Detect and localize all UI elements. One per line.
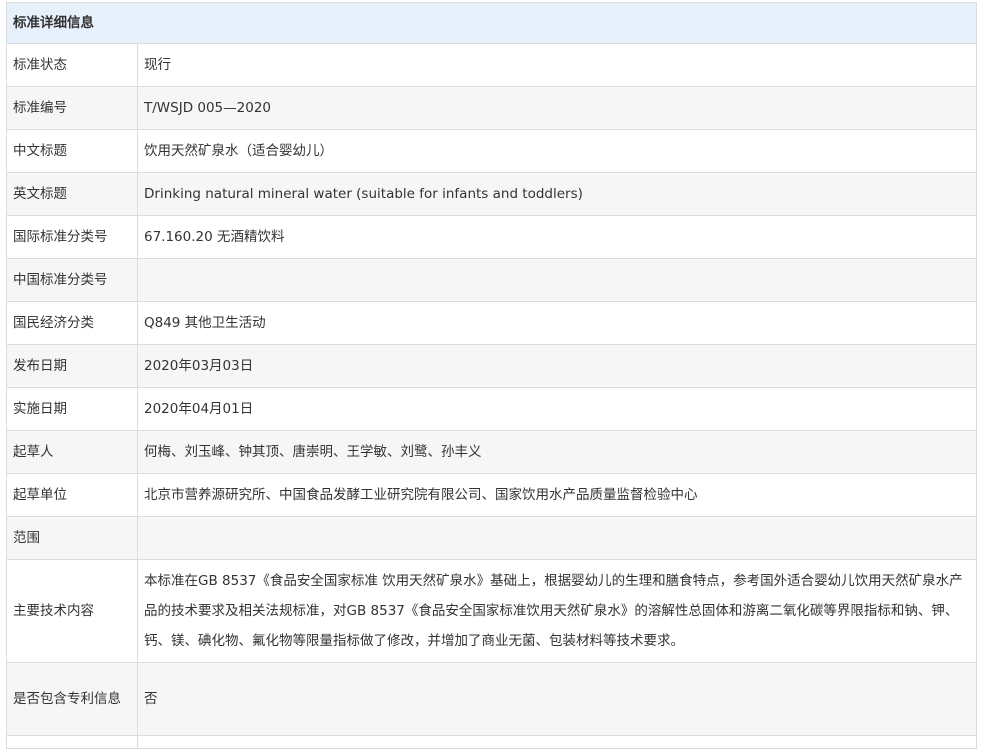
row-label: 起草人 <box>6 430 138 474</box>
table-row: 是否包含专利信息 否 <box>6 662 977 736</box>
row-value: 本标准在GB 8537《食品安全国家标准 饮用天然矿泉水》基础上，根据婴幼儿的生… <box>137 559 977 663</box>
row-label: 实施日期 <box>6 387 138 431</box>
row-label: 中国标准分类号 <box>6 258 138 302</box>
row-value: 2020年03月03日 <box>137 344 977 388</box>
row-label: 发布日期 <box>6 344 138 388</box>
table-row: 标准编号 T/WSJD 005—2020 <box>6 86 977 130</box>
table-row: 发布日期 2020年03月03日 <box>6 344 977 388</box>
row-label: 标准编号 <box>6 86 138 130</box>
table-header: 标准详细信息 <box>6 2 977 44</box>
row-label: 国民经济分类 <box>6 301 138 345</box>
row-value: 北京市营养源研究所、中国食品发酵工业研究院有限公司、国家饮用水产品质量监督检验中… <box>137 473 977 517</box>
table-row: 主要技术内容 本标准在GB 8537《食品安全国家标准 饮用天然矿泉水》基础上，… <box>6 559 977 663</box>
standard-detail-table: 标准详细信息 标准状态 现行 标准编号 T/WSJD 005—2020 中文标题… <box>6 2 977 749</box>
table-row: 标准状态 现行 <box>6 43 977 87</box>
row-value: 67.160.20 无酒精饮料 <box>137 215 977 259</box>
table-row: 实施日期 2020年04月01日 <box>6 387 977 431</box>
row-label: 是否包含专利信息 <box>6 662 138 736</box>
row-label: 标准状态 <box>6 43 138 87</box>
row-label <box>6 735 138 749</box>
row-value <box>137 516 977 560</box>
row-value: 何梅、刘玉峰、钟其顶、唐崇明、王学敏、刘鹭、孙丰义 <box>137 430 977 474</box>
table-row: 范围 <box>6 516 977 560</box>
table-row: 起草人 何梅、刘玉峰、钟其顶、唐崇明、王学敏、刘鹭、孙丰义 <box>6 430 977 474</box>
row-value: Drinking natural mineral water (suitable… <box>137 172 977 216</box>
standard-detail-panel: 标准详细信息 标准状态 现行 标准编号 T/WSJD 005—2020 中文标题… <box>6 2 977 749</box>
row-label: 范围 <box>6 516 138 560</box>
row-label: 英文标题 <box>6 172 138 216</box>
row-value <box>137 735 977 749</box>
table-header-row: 标准详细信息 <box>6 2 977 44</box>
row-label: 中文标题 <box>6 129 138 173</box>
row-label: 起草单位 <box>6 473 138 517</box>
row-value <box>137 258 977 302</box>
row-value: 现行 <box>137 43 977 87</box>
table-row: 起草单位 北京市营养源研究所、中国食品发酵工业研究院有限公司、国家饮用水产品质量… <box>6 473 977 517</box>
row-value: 饮用天然矿泉水（适合婴幼儿） <box>137 129 977 173</box>
row-value: Q849 其他卫生活动 <box>137 301 977 345</box>
row-value: 否 <box>137 662 977 736</box>
row-value: T/WSJD 005—2020 <box>137 86 977 130</box>
table-row: 国际标准分类号 67.160.20 无酒精饮料 <box>6 215 977 259</box>
row-value: 2020年04月01日 <box>137 387 977 431</box>
table-row: 英文标题 Drinking natural mineral water (sui… <box>6 172 977 216</box>
table-row: 国民经济分类 Q849 其他卫生活动 <box>6 301 977 345</box>
row-label: 主要技术内容 <box>6 559 138 663</box>
row-label: 国际标准分类号 <box>6 215 138 259</box>
table-row: 中国标准分类号 <box>6 258 977 302</box>
table-row: 中文标题 饮用天然矿泉水（适合婴幼儿） <box>6 129 977 173</box>
table-row-partial <box>6 735 977 749</box>
